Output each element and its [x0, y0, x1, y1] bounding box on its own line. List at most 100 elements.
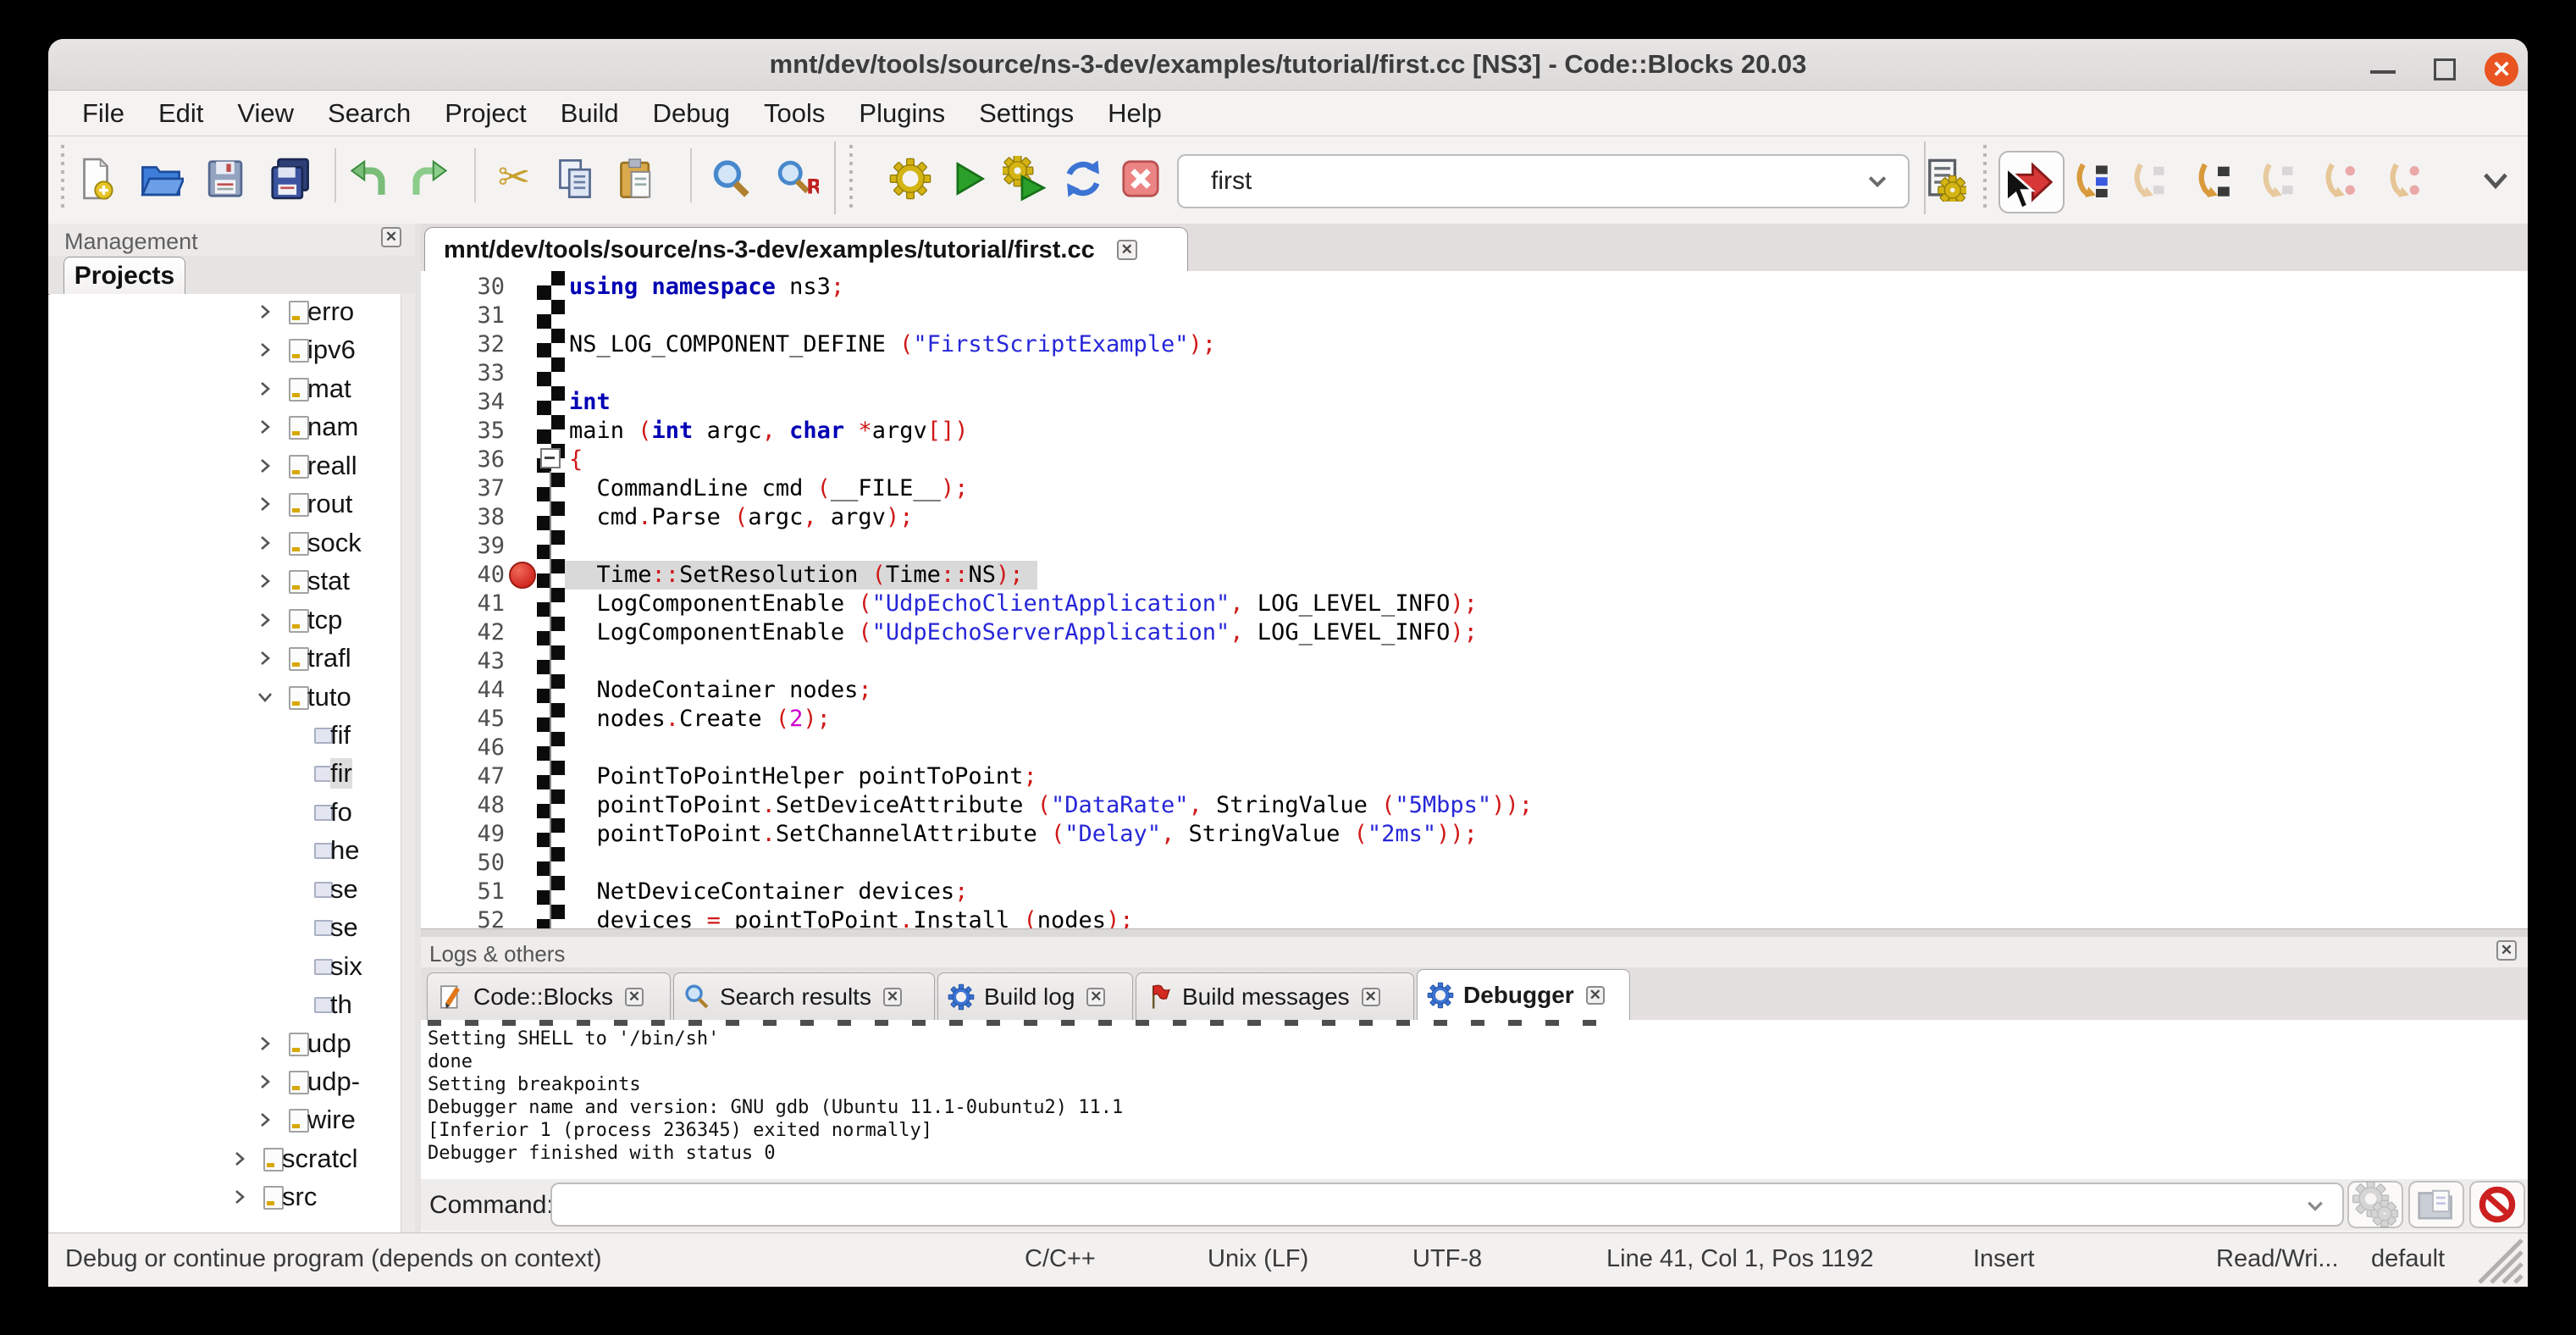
menu-debug[interactable]: Debug — [636, 98, 747, 129]
run-to-cursor-icon[interactable] — [2068, 157, 2115, 204]
tree-item-label[interactable]: sock — [307, 528, 362, 558]
log-tab-close-button[interactable]: ✕ — [1086, 988, 1105, 1006]
chevron-expanded-icon[interactable] — [252, 684, 278, 714]
management-close-button[interactable]: ✕ — [381, 227, 401, 247]
log-tab-debugger[interactable]: Debugger✕ — [1417, 969, 1630, 1020]
tree-item-label[interactable]: src — [282, 1182, 317, 1212]
chevron-collapsed-icon[interactable] — [252, 1069, 278, 1099]
tree-item-wire[interactable]: wire — [50, 1100, 401, 1139]
line-number[interactable]: 45 — [423, 705, 505, 734]
menu-edit[interactable]: Edit — [141, 98, 220, 129]
line-number[interactable]: 51 — [423, 878, 505, 906]
log-tab-code-blocks[interactable]: Code::Blocks✕ — [427, 972, 671, 1020]
line-number[interactable]: 32 — [423, 330, 505, 359]
menu-view[interactable]: View — [220, 98, 311, 129]
menu-settings[interactable]: Settings — [962, 98, 1091, 129]
line-number[interactable]: 31 — [423, 302, 505, 330]
line-number[interactable]: 47 — [423, 762, 505, 791]
tree-item-fo[interactable]: fo — [50, 793, 401, 832]
code-editor[interactable]: using namespace ns3;NS_LOG_COMPONENT_DEF… — [421, 271, 2528, 928]
tree-item-label[interactable]: wire — [307, 1105, 356, 1135]
menu-search[interactable]: Search — [311, 98, 428, 129]
debugger-log-output[interactable]: Setting SHELL to '/bin/sh'doneSetting br… — [421, 1020, 2528, 1179]
chevron-collapsed-icon[interactable] — [252, 453, 278, 483]
log-tab-build-messages[interactable]: Build messages✕ — [1136, 972, 1414, 1020]
stop-button[interactable] — [2469, 1181, 2525, 1228]
menu-help[interactable]: Help — [1091, 98, 1179, 129]
tree-item-label[interactable]: mat — [307, 374, 351, 404]
tree-item-rout[interactable]: rout — [50, 485, 401, 523]
select-target-icon[interactable] — [1920, 155, 1967, 202]
tree-item-th[interactable]: th — [50, 985, 401, 1024]
save-all-icon[interactable] — [266, 155, 313, 202]
project-tree-scrollbar[interactable] — [401, 294, 416, 1233]
minimize-button[interactable] — [2368, 59, 2398, 85]
tree-item-erro[interactable]: erro — [50, 294, 401, 331]
chevron-collapsed-icon[interactable] — [252, 1107, 278, 1137]
tree-item-se[interactable]: se — [50, 870, 401, 909]
breakpoint-icon[interactable] — [509, 562, 536, 589]
line-number[interactable]: 36 — [423, 446, 505, 474]
log-tab-close-button[interactable]: ✕ — [1586, 986, 1605, 1005]
chevron-collapsed-icon[interactable] — [252, 299, 278, 329]
editor-tab-close-button[interactable]: ✕ — [1117, 240, 1137, 260]
tree-item-trafl[interactable]: trafl — [50, 639, 401, 678]
tree-item-label[interactable]: ipv6 — [307, 335, 356, 365]
line-number[interactable]: 48 — [423, 791, 505, 820]
fold-collapse-box[interactable] — [540, 448, 561, 468]
tree-item-label[interactable]: stat — [307, 566, 350, 596]
tree-item-mat[interactable]: mat — [50, 369, 401, 408]
menu-file[interactable]: File — [65, 98, 141, 129]
next-line-icon[interactable] — [2125, 157, 2173, 204]
chevron-down-icon[interactable] — [2297, 1185, 2334, 1226]
build-icon[interactable] — [887, 155, 934, 202]
line-number[interactable]: 41 — [423, 590, 505, 618]
line-number[interactable]: 40 — [423, 561, 505, 590]
chevron-collapsed-icon[interactable] — [252, 414, 278, 444]
tree-item-label[interactable]: fir — [330, 758, 352, 789]
toolbar-grip[interactable] — [849, 145, 853, 209]
build-and-run-icon[interactable] — [1002, 155, 1049, 202]
command-input[interactable] — [550, 1183, 2344, 1227]
line-number[interactable]: 34 — [423, 388, 505, 417]
log-tab-close-button[interactable]: ✕ — [625, 988, 644, 1006]
line-number[interactable]: 50 — [423, 849, 505, 878]
run-icon[interactable] — [944, 155, 992, 202]
tree-item-label[interactable]: he — [330, 835, 359, 866]
line-number[interactable]: 43 — [423, 647, 505, 676]
line-number[interactable]: 35 — [423, 417, 505, 446]
undo-icon[interactable] — [346, 155, 394, 202]
chevron-collapsed-icon[interactable] — [252, 607, 278, 637]
tree-item-label[interactable]: rout — [307, 489, 352, 519]
chevron-collapsed-icon[interactable] — [252, 568, 278, 598]
tree-item-ipv6[interactable]: ipv6 — [50, 330, 401, 369]
open-file-icon[interactable] — [137, 155, 185, 202]
tree-item-tuto[interactable]: tuto — [50, 678, 401, 717]
new-file-icon[interactable] — [72, 155, 119, 202]
line-number[interactable]: 46 — [423, 734, 505, 762]
tree-item-label[interactable]: se — [330, 874, 358, 905]
line-number[interactable]: 42 — [423, 618, 505, 647]
next-instruction-icon[interactable] — [2254, 157, 2302, 204]
tree-item-reall[interactable]: reall — [50, 446, 401, 485]
tree-item-label[interactable]: se — [330, 912, 358, 943]
rebuild-icon[interactable] — [1059, 155, 1107, 202]
copy-icon[interactable] — [551, 155, 599, 202]
tree-item-sock[interactable]: sock — [50, 523, 401, 562]
toolbar-grip[interactable] — [1983, 145, 1987, 209]
log-tab-close-button[interactable]: ✕ — [883, 988, 902, 1006]
tree-item-src[interactable]: src — [50, 1177, 401, 1216]
tree-item-he[interactable]: he — [50, 831, 401, 870]
tree-item-udp[interactable]: udp — [50, 1024, 401, 1063]
tree-item-label[interactable]: tuto — [307, 682, 351, 712]
line-number[interactable]: 30 — [423, 273, 505, 302]
tree-item-label[interactable]: udp- — [307, 1066, 360, 1097]
tree-item-label[interactable]: erro — [307, 296, 354, 327]
tree-item-six[interactable]: six — [50, 947, 401, 986]
redo-icon[interactable] — [404, 155, 451, 202]
tree-item-label[interactable]: reall — [307, 451, 357, 481]
menu-tools[interactable]: Tools — [747, 98, 842, 129]
logs-close-button[interactable]: ✕ — [2496, 940, 2517, 961]
chevron-collapsed-icon[interactable] — [252, 645, 278, 675]
save-icon[interactable] — [202, 155, 249, 202]
